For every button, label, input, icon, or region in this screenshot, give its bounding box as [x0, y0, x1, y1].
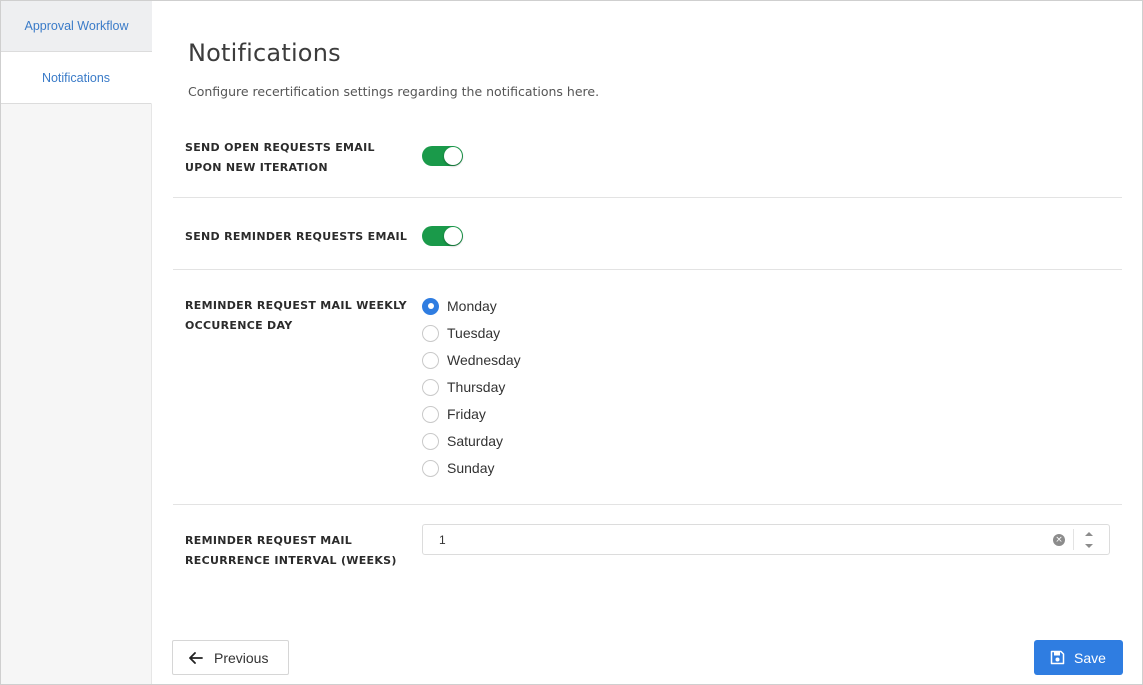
save-button[interactable]: Save [1034, 640, 1123, 675]
clear-icon[interactable]: × [1053, 534, 1065, 546]
radio-label: Wednesday [447, 352, 521, 368]
radio-option-wednesday[interactable]: Wednesday [422, 351, 521, 369]
radio-button[interactable] [422, 459, 439, 477]
reminder-requests-toggle[interactable] [422, 226, 463, 246]
radio-option-sunday[interactable]: Sunday [422, 459, 494, 477]
app-frame: Approval Workflow Notifications Notifica… [0, 0, 1143, 685]
sidebar: Approval Workflow Notifications [1, 1, 152, 684]
interval-value[interactable]: 1 [439, 533, 446, 547]
radio-label: Tuesday [447, 325, 501, 341]
radio-option-tuesday[interactable]: Tuesday [422, 324, 500, 342]
spin-down-icon[interactable] [1084, 542, 1094, 550]
toggle-knob [444, 227, 462, 245]
open-requests-label: SEND OPEN REQUESTS EMAIL UPON NEW ITERAT… [185, 141, 375, 174]
divider [173, 197, 1122, 198]
spin-up-icon[interactable] [1084, 530, 1094, 538]
page-title: Notifications [188, 39, 341, 67]
radio-button[interactable] [422, 324, 439, 342]
radio-label: Friday [447, 406, 486, 422]
interval-label: REMINDER REQUEST MAIL RECURRENCE INTERVA… [185, 534, 397, 567]
radio-option-friday[interactable]: Friday [422, 405, 486, 423]
arrow-left-icon [189, 651, 203, 664]
save-icon [1050, 650, 1065, 665]
weekly-day-label: REMINDER REQUEST MAIL WEEKLY OCCURENCE D… [185, 299, 407, 332]
sidebar-item-label: Notifications [41, 70, 111, 85]
radio-button[interactable] [422, 297, 439, 315]
previous-button[interactable]: Previous [172, 640, 289, 675]
radio-label: Sunday [447, 460, 495, 476]
sidebar-item-label: Approval Workflow [24, 19, 129, 33]
radio-button[interactable] [422, 378, 439, 396]
previous-button-label: Previous [214, 649, 269, 666]
radio-label: Monday [447, 298, 497, 314]
reminder-requests-label: SEND REMINDER REQUESTS EMAIL [185, 230, 408, 243]
sidebar-item-notifications[interactable]: Notifications [1, 52, 152, 104]
interval-number-input[interactable]: 1 × [422, 524, 1110, 555]
open-requests-toggle[interactable] [422, 146, 463, 166]
radio-label: Thursday [447, 379, 506, 395]
radio-label: Saturday [447, 433, 504, 449]
save-button-label: Save [1074, 649, 1106, 666]
page-subtitle: Configure recertification settings regar… [188, 84, 600, 99]
radio-option-saturday[interactable]: Saturday [422, 432, 503, 450]
radio-option-monday[interactable]: Monday [422, 297, 497, 315]
toggle-knob [444, 147, 462, 165]
radio-button[interactable] [422, 432, 439, 450]
divider [173, 269, 1122, 270]
divider [173, 504, 1122, 505]
radio-button[interactable] [422, 351, 439, 369]
sidebar-item-approval-workflow[interactable]: Approval Workflow [1, 1, 152, 52]
radio-button[interactable] [422, 405, 439, 423]
radio-option-thursday[interactable]: Thursday [422, 378, 505, 396]
divider [1073, 529, 1074, 550]
